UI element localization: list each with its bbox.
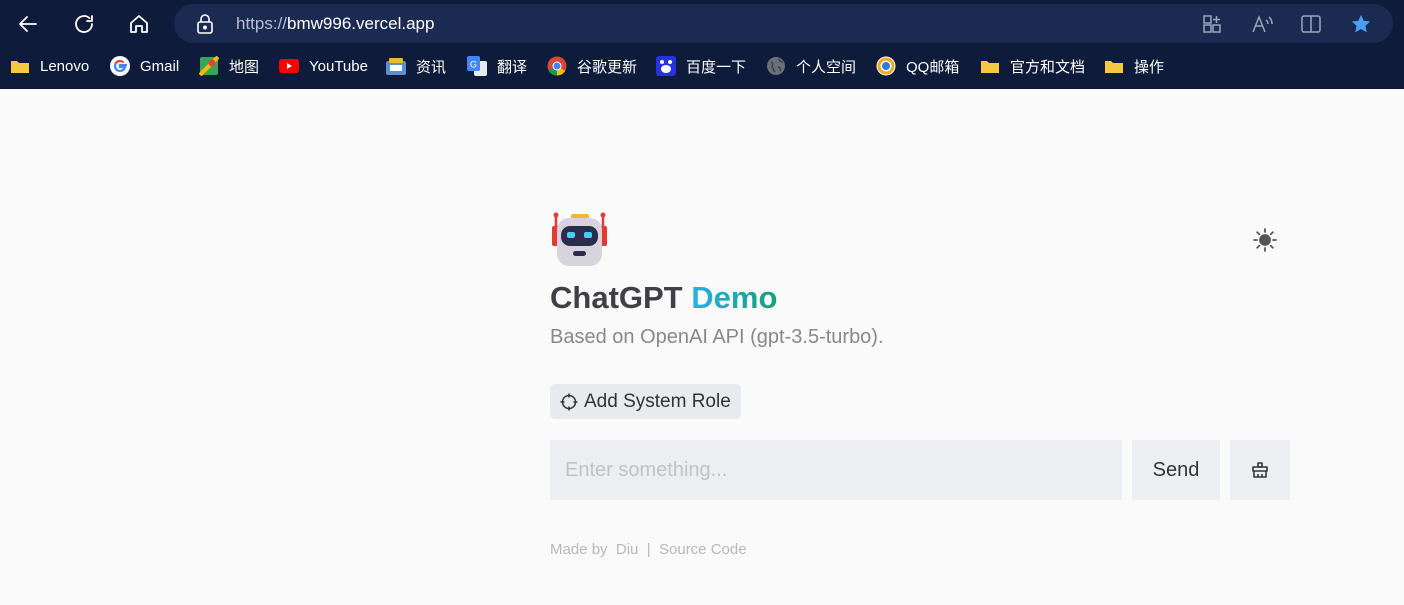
footer-author-link[interactable]: Diu <box>616 541 639 558</box>
bookmark-qqmail[interactable]: QQ邮箱 <box>876 52 959 80</box>
lock-icon[interactable] <box>196 14 214 39</box>
bookmark-label: 操作 <box>1134 58 1165 76</box>
qqmail-icon <box>876 56 896 76</box>
bookmark-space[interactable]: 个人空间 <box>766 52 856 80</box>
url-text[interactable]: https://bmw996.vercel.app <box>236 14 434 34</box>
title-accent: Demo <box>691 280 778 315</box>
home-icon <box>130 15 148 33</box>
bookmark-youtube[interactable]: YouTube <box>279 52 368 80</box>
chat-input[interactable] <box>550 440 1122 500</box>
svg-text:G: G <box>470 60 477 70</box>
bookmark-chrome[interactable]: 谷歌更新 <box>547 52 637 80</box>
bookmark-label: 百度一下 <box>686 58 747 76</box>
crosshair-icon <box>560 393 578 411</box>
bookmark-operations[interactable]: 操作 <box>1104 52 1164 80</box>
maps-icon <box>199 56 219 76</box>
title-main: ChatGPT <box>550 280 683 315</box>
add-system-role-button[interactable]: Add System Role <box>550 384 741 419</box>
browser-toolbar: https://bmw996.vercel.app Lenovo Gmail 地… <box>0 0 1404 89</box>
footer-made-by: Made by <box>550 541 608 558</box>
page-title: ChatGPT Demo <box>550 280 777 316</box>
folder-icon <box>1104 56 1124 76</box>
refresh-button[interactable] <box>68 8 100 40</box>
bookmark-label: 翻译 <box>497 58 528 76</box>
baidu-icon <box>656 56 676 76</box>
footer-separator: | <box>646 541 651 558</box>
favorite-star-icon[interactable] <box>1349 12 1373 36</box>
apps-icon[interactable] <box>1200 12 1224 36</box>
add-system-role-label: Add System Role <box>584 390 731 412</box>
bookmarks-bar: Lenovo Gmail 地图 YouTube 资讯 G 翻译 谷歌更新 百度一 <box>0 52 1404 80</box>
split-screen-icon[interactable] <box>1299 12 1323 36</box>
translate-icon: G <box>467 56 487 76</box>
folder-icon <box>10 56 30 76</box>
bookmark-label: 谷歌更新 <box>577 58 638 76</box>
read-aloud-icon[interactable] <box>1250 12 1274 36</box>
globe-icon <box>766 56 786 76</box>
bookmark-translate[interactable]: G 翻译 <box>467 52 527 80</box>
bookmark-baidu[interactable]: 百度一下 <box>656 52 746 80</box>
bookmark-label: YouTube <box>309 57 368 75</box>
bookmark-label: 地图 <box>229 58 260 76</box>
bookmark-label: 官方和文档 <box>1010 58 1086 76</box>
chrome-icon <box>547 56 567 76</box>
bookmark-lenovo[interactable]: Lenovo <box>10 52 89 80</box>
url-protocol: https:// <box>236 14 288 33</box>
home-button[interactable] <box>123 8 155 40</box>
theme-toggle-sun-icon[interactable] <box>1250 225 1280 255</box>
youtube-icon <box>279 56 299 76</box>
news-icon <box>386 56 406 76</box>
broom-icon <box>1252 462 1268 478</box>
send-button[interactable]: Send <box>1132 440 1220 500</box>
bookmark-news[interactable]: 资讯 <box>386 52 446 80</box>
page-subtitle: Based on OpenAI API (gpt-3.5-turbo). <box>550 326 884 348</box>
arrow-left-icon <box>19 16 37 32</box>
bookmark-label: 个人空间 <box>796 58 857 76</box>
bookmark-label: 资讯 <box>416 58 447 76</box>
bookmark-label: Lenovo <box>40 57 90 75</box>
refresh-icon <box>75 15 93 33</box>
bookmark-gmail[interactable]: Gmail <box>110 52 179 80</box>
bookmark-label: Gmail <box>140 57 180 75</box>
google-icon <box>110 56 130 76</box>
url-host: bmw996.vercel.app <box>287 14 435 33</box>
footer-source-link[interactable]: Source Code <box>659 541 747 558</box>
bookmark-maps[interactable]: 地图 <box>199 52 259 80</box>
bookmark-docs[interactable]: 官方和文档 <box>980 52 1085 80</box>
footer: Made by Diu | Source Code <box>550 541 747 558</box>
address-bar[interactable]: https://bmw996.vercel.app <box>174 4 1393 43</box>
back-button[interactable] <box>12 8 44 40</box>
clear-chat-button[interactable] <box>1230 440 1290 500</box>
robot-logo-icon <box>550 210 610 273</box>
bookmark-label: QQ邮箱 <box>906 58 960 76</box>
folder-icon <box>980 56 1000 76</box>
